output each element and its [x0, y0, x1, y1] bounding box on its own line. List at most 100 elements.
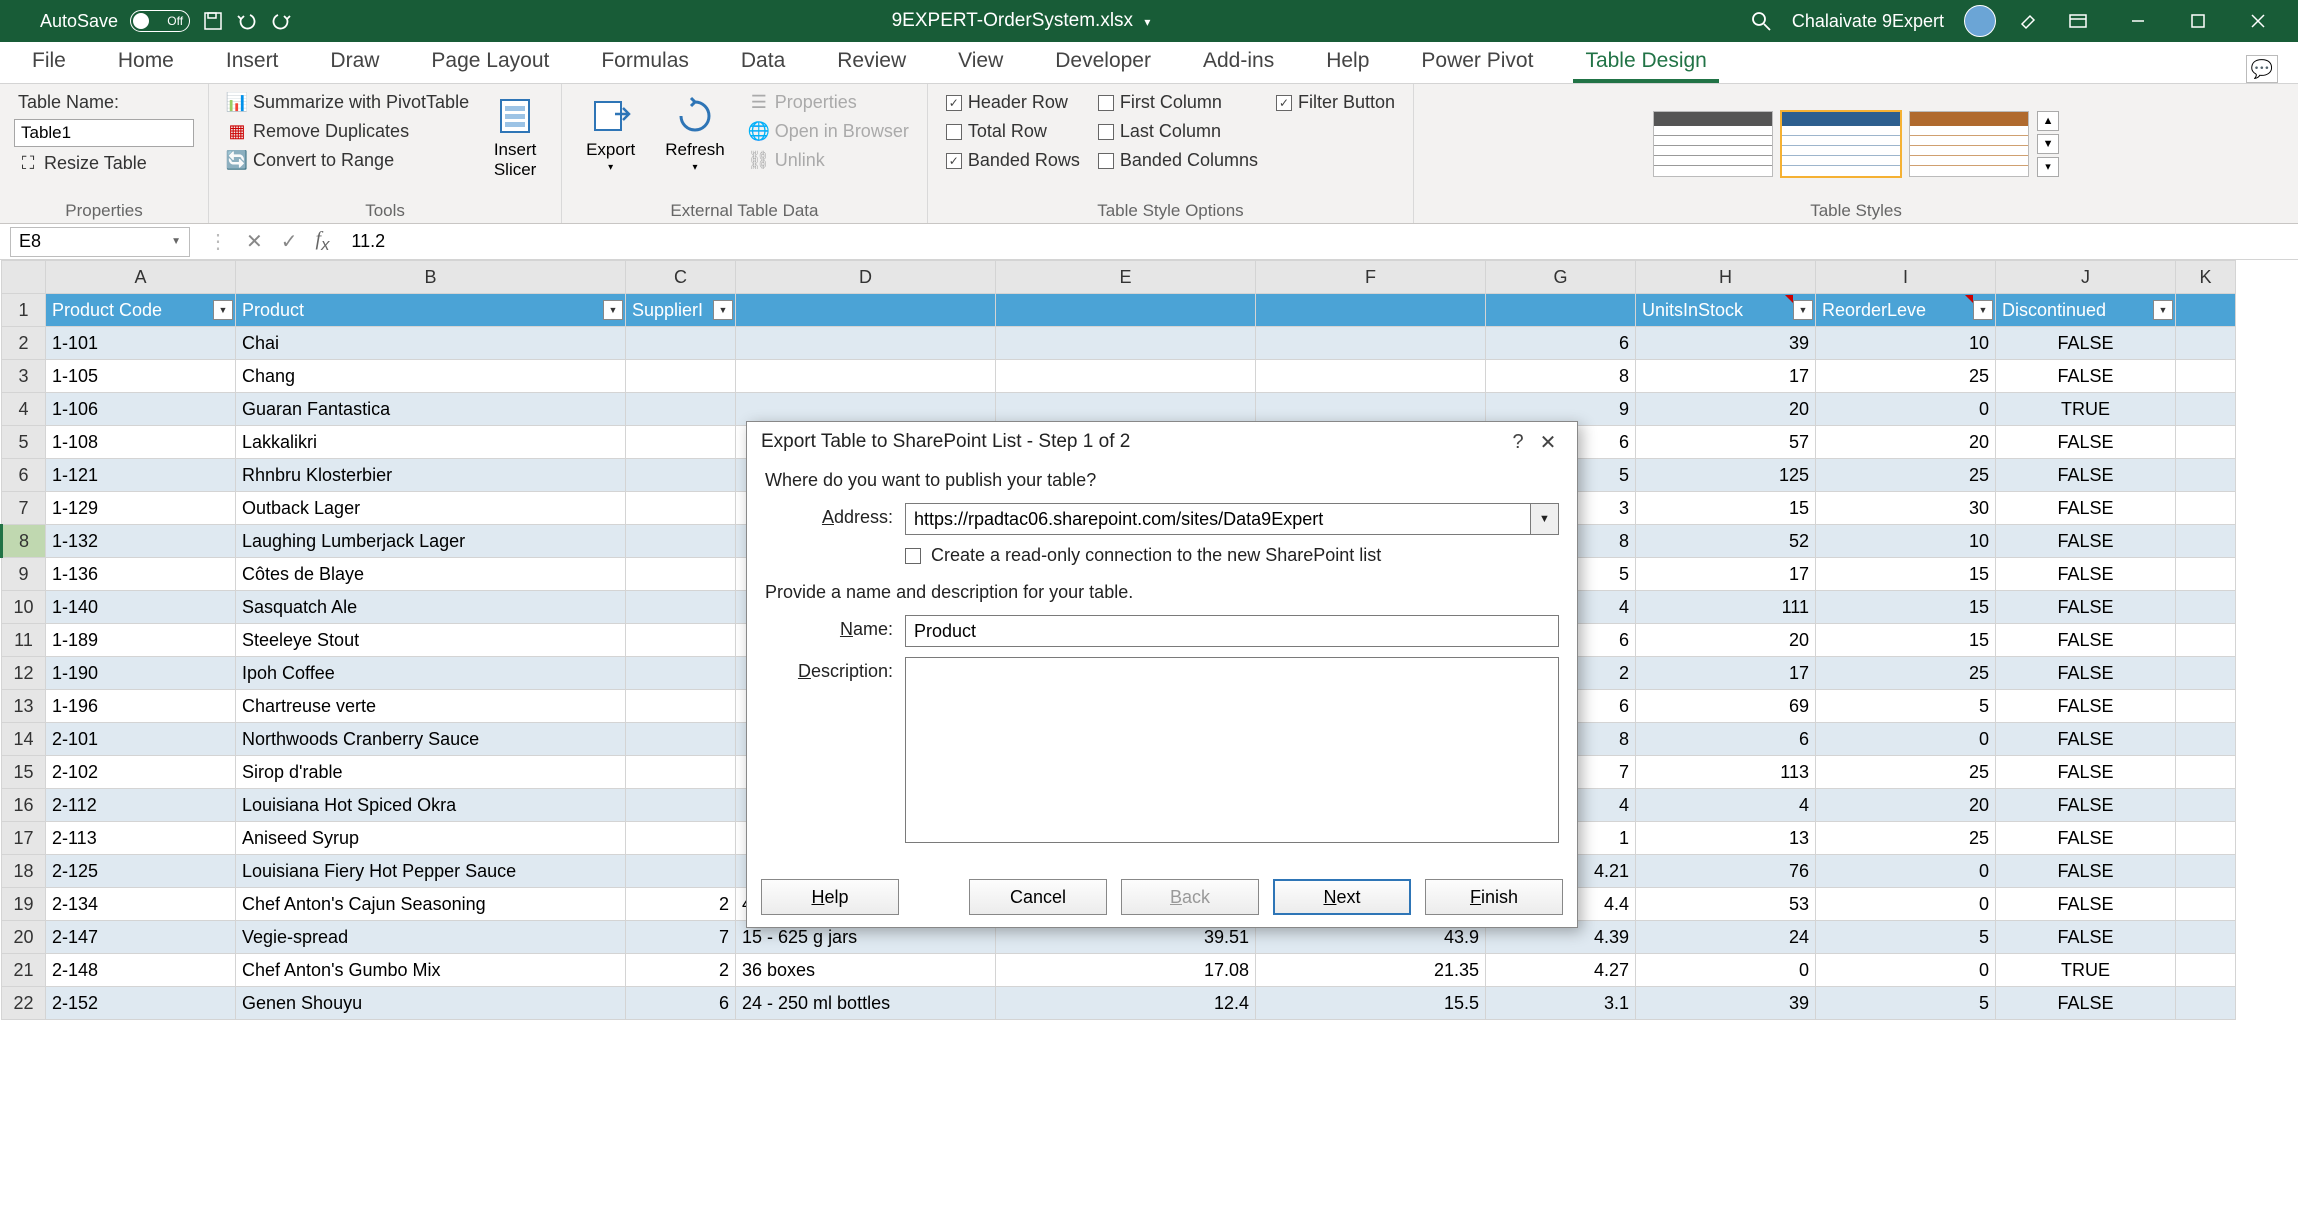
cell[interactable] [736, 327, 996, 360]
cell[interactable] [626, 690, 736, 723]
cell[interactable] [2176, 954, 2236, 987]
row-header[interactable]: 3 [2, 360, 46, 393]
insert-slicer-button[interactable]: Insert Slicer [483, 90, 547, 184]
cell[interactable]: Sasquatch Ale [236, 591, 626, 624]
cell[interactable] [626, 789, 736, 822]
cell[interactable]: 52 [1636, 525, 1816, 558]
tab-formulas[interactable]: Formulas [589, 41, 701, 83]
cell[interactable]: 1-132 [46, 525, 236, 558]
row-header[interactable]: 9 [2, 558, 46, 591]
cell[interactable]: 39 [1636, 987, 1816, 1020]
filter-dropdown-icon[interactable]: ▼ [1973, 300, 1993, 320]
cell[interactable]: 111 [1636, 591, 1816, 624]
cell[interactable]: 24 - 250 ml bottles [736, 987, 996, 1020]
accept-formula-icon[interactable]: ✓ [281, 229, 298, 254]
close-icon[interactable] [2238, 6, 2278, 36]
table-column-header[interactable] [736, 294, 996, 327]
filter-dropdown-icon[interactable]: ▼ [2153, 300, 2173, 320]
table-column-header[interactable]: Product Code▼ [46, 294, 236, 327]
filter-button-checkbox[interactable]: Filter Button [1272, 90, 1399, 115]
minimize-icon[interactable] [2118, 6, 2158, 36]
next-button[interactable]: Next [1273, 879, 1411, 915]
maximize-icon[interactable] [2178, 6, 2218, 36]
row-header[interactable]: 16 [2, 789, 46, 822]
filter-dropdown-icon[interactable]: ▼ [603, 300, 623, 320]
cell[interactable]: 4.27 [1486, 954, 1636, 987]
cell[interactable]: Laughing Lumberjack Lager [236, 525, 626, 558]
row-header[interactable]: 14 [2, 723, 46, 756]
cell[interactable]: 3.1 [1486, 987, 1636, 1020]
cell[interactable]: 2 [626, 954, 736, 987]
table-column-header[interactable] [1256, 294, 1486, 327]
table-style-option[interactable] [1781, 111, 1901, 177]
cell[interactable]: 25 [1816, 360, 1996, 393]
cell[interactable]: 69 [1636, 690, 1816, 723]
filter-dropdown-icon[interactable]: ▼ [1793, 300, 1813, 320]
cell[interactable]: 20 [1636, 393, 1816, 426]
cell[interactable]: FALSE [1996, 459, 2176, 492]
last-col-checkbox[interactable]: Last Column [1094, 119, 1262, 144]
finish-button[interactable]: Finish [1425, 879, 1563, 915]
tab-power-pivot[interactable]: Power Pivot [1409, 41, 1545, 83]
cell[interactable]: 13 [1636, 822, 1816, 855]
cell[interactable] [626, 426, 736, 459]
row-header[interactable]: 6 [2, 459, 46, 492]
row-header[interactable]: 18 [2, 855, 46, 888]
cell[interactable]: Chartreuse verte [236, 690, 626, 723]
cell[interactable]: FALSE [1996, 987, 2176, 1020]
cell[interactable]: 25 [1816, 657, 1996, 690]
gallery-up-icon[interactable]: ▲ [2037, 111, 2059, 131]
cell[interactable]: FALSE [1996, 789, 2176, 822]
cell[interactable]: Guaran Fantastica [236, 393, 626, 426]
undo-icon[interactable] [236, 10, 258, 32]
cell[interactable]: Aniseed Syrup [236, 822, 626, 855]
gallery-more-icon[interactable]: ▾ [2037, 157, 2059, 177]
cell[interactable]: TRUE [1996, 393, 2176, 426]
cell[interactable]: FALSE [1996, 921, 2176, 954]
fx-icon[interactable]: fx [316, 228, 330, 255]
cell[interactable]: 7 [626, 921, 736, 954]
cell[interactable]: 17 [1636, 360, 1816, 393]
tab-data[interactable]: Data [729, 41, 797, 83]
cell[interactable]: TRUE [1996, 954, 2176, 987]
cell[interactable]: FALSE [1996, 624, 2176, 657]
tab-table-design[interactable]: Table Design [1573, 41, 1718, 83]
name-input[interactable] [905, 615, 1559, 647]
cell[interactable] [626, 558, 736, 591]
column-header[interactable]: C [626, 261, 736, 294]
cell[interactable]: 0 [1636, 954, 1816, 987]
column-header[interactable]: J [1996, 261, 2176, 294]
cell[interactable]: 17.08 [996, 954, 1256, 987]
cell[interactable]: Outback Lager [236, 492, 626, 525]
cell[interactable] [626, 360, 736, 393]
row-header[interactable]: 21 [2, 954, 46, 987]
readonly-checkbox[interactable]: Create a read-only connection to the new… [905, 545, 1559, 566]
row-header[interactable]: 15 [2, 756, 46, 789]
name-box[interactable]: E8 ▼ [10, 227, 190, 257]
cancel-formula-icon[interactable]: ✕ [246, 229, 263, 254]
row-header[interactable]: 12 [2, 657, 46, 690]
cell[interactable] [2176, 558, 2236, 591]
cell[interactable]: FALSE [1996, 327, 2176, 360]
cell[interactable]: Chef Anton's Cajun Seasoning [236, 888, 626, 921]
column-header[interactable]: E [996, 261, 1256, 294]
cell[interactable]: 2 [626, 888, 736, 921]
cell[interactable] [626, 756, 736, 789]
cell[interactable]: 1-101 [46, 327, 236, 360]
cell[interactable]: FALSE [1996, 591, 2176, 624]
column-header[interactable]: D [736, 261, 996, 294]
cell[interactable]: Chef Anton's Gumbo Mix [236, 954, 626, 987]
cell[interactable] [626, 822, 736, 855]
cell[interactable]: FALSE [1996, 492, 2176, 525]
table-column-header[interactable] [2176, 294, 2236, 327]
cell[interactable] [2176, 360, 2236, 393]
total-row-checkbox[interactable]: Total Row [942, 119, 1084, 144]
address-dropdown-icon[interactable]: ▼ [1531, 503, 1559, 535]
filter-dropdown-icon[interactable]: ▼ [713, 300, 733, 320]
cell[interactable]: 12.4 [996, 987, 1256, 1020]
summarize-pivot-button[interactable]: 📊Summarize with PivotTable [223, 90, 473, 115]
cell[interactable] [736, 360, 996, 393]
cell[interactable] [2176, 459, 2236, 492]
cell[interactable]: FALSE [1996, 558, 2176, 591]
header-row-checkbox[interactable]: Header Row [942, 90, 1084, 115]
